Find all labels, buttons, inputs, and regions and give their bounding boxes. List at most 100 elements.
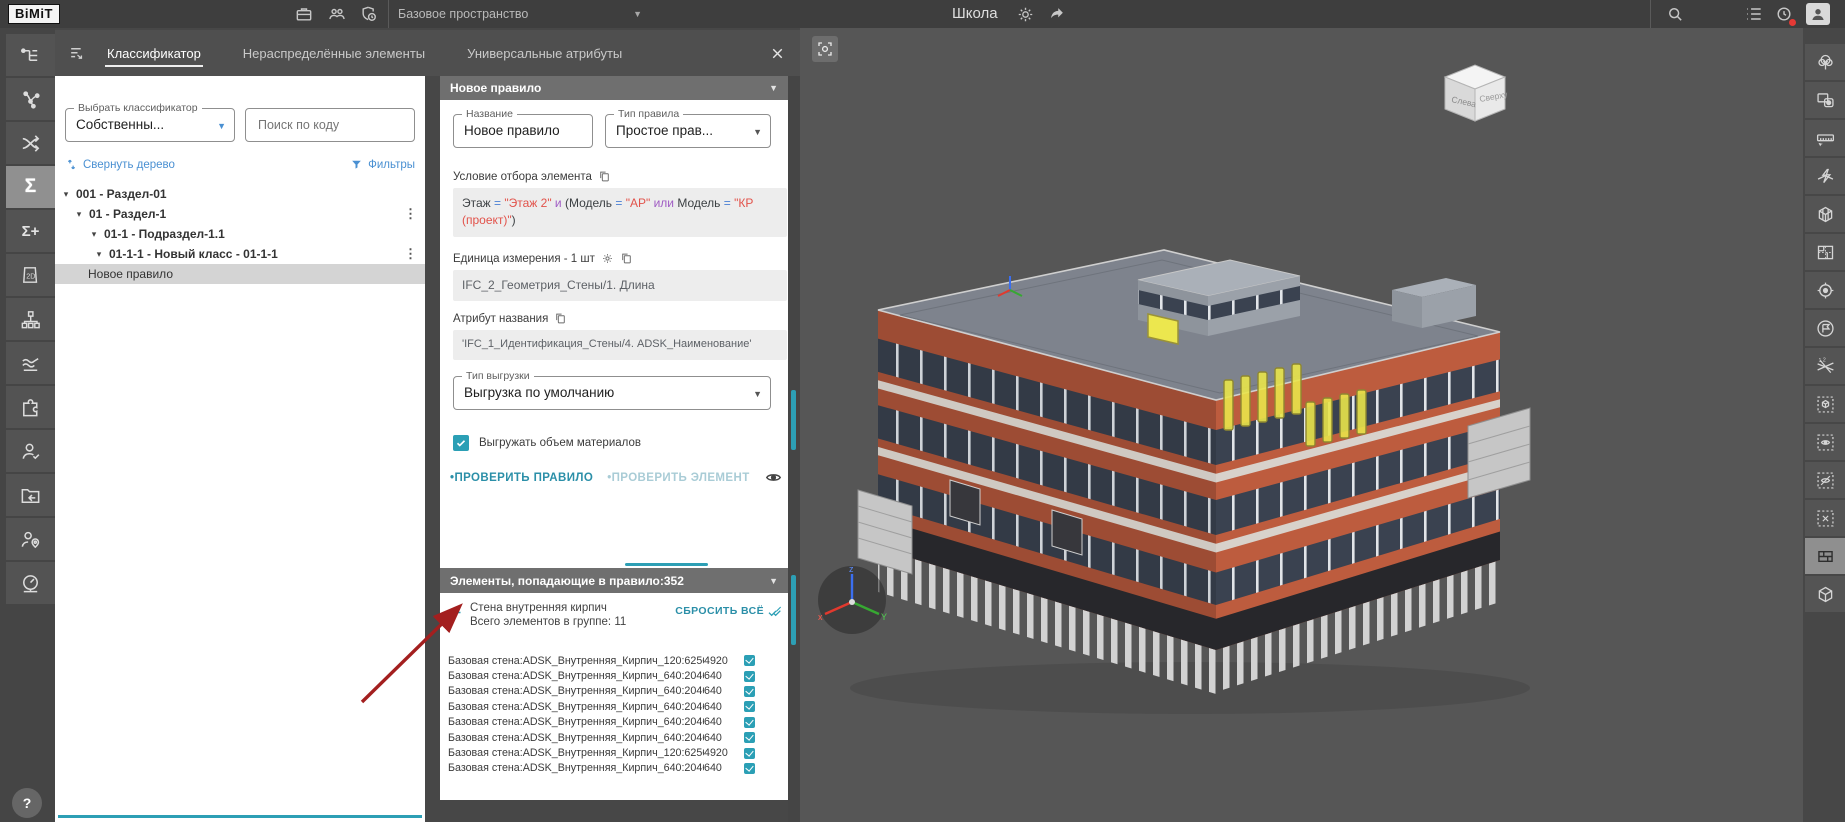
copy-icon[interactable] — [598, 170, 611, 183]
tree-caret-icon[interactable]: ▾ — [60, 189, 72, 200]
uncheck-all-icon[interactable] — [767, 604, 783, 620]
trend-lines-icon[interactable] — [6, 342, 55, 384]
sigma-icon[interactable]: Σ — [6, 166, 55, 208]
rule-type-select[interactable]: Тип правила Простое прав... ▼ — [605, 114, 771, 148]
workspace-select[interactable]: Базовое пространство ▼ — [398, 0, 642, 28]
element-row[interactable]: Базовая стена:ADSK_Внутренняя_Кирпич_640… — [448, 730, 784, 745]
sigma-plus-icon[interactable]: Σ+ — [6, 210, 55, 252]
wall-icon[interactable] — [1805, 538, 1845, 574]
doc-2d-icon[interactable]: 2D — [6, 254, 55, 296]
element-row[interactable]: Базовая стена:ADSK_Внутренняя_Кирпич_120… — [448, 653, 784, 668]
copy-icon[interactable] — [620, 252, 633, 265]
tree-item-menu-icon[interactable]: ⋮ — [404, 206, 417, 222]
hierarchy-tree-icon[interactable] — [6, 34, 55, 76]
tab-classifier[interactable]: Классификатор — [105, 32, 203, 75]
element-row[interactable]: Базовая стена:ADSK_Внутренняя_Кирпич_640… — [448, 761, 784, 776]
tree-caret-icon[interactable]: ▾ — [93, 249, 105, 260]
code-search-input[interactable] — [256, 117, 411, 133]
check-element-button[interactable]: •ПРОВЕРИТЬ ЭЛЕМЕНТ — [607, 472, 749, 484]
rule-name-field[interactable]: Название Новое правило — [453, 114, 593, 148]
tree-item[interactable]: ▾001 - Раздел-01 — [55, 184, 425, 204]
element-checkbox[interactable] — [744, 655, 755, 666]
gauge-icon[interactable] — [6, 562, 55, 604]
search-icon[interactable] — [1664, 3, 1686, 25]
element-row[interactable]: Базовая стена:ADSK_Внутренняя_Кирпич_640… — [448, 684, 784, 699]
attribute-value[interactable]: 'IFC_1_Идентификация_Стены/4. ADSK_Наиме… — [453, 330, 787, 360]
flag-icon[interactable] — [1805, 310, 1845, 346]
elements-vertical-scrollbar[interactable] — [791, 575, 796, 645]
element-checkbox[interactable] — [744, 717, 755, 728]
select-copy-icon[interactable] — [1805, 82, 1845, 118]
rule-section-header[interactable]: Новое правило ▼ — [440, 76, 788, 100]
shield-clock-icon[interactable] — [358, 3, 380, 25]
tree-caret-icon[interactable]: ▾ — [88, 229, 100, 240]
elements-section-header[interactable]: Элементы, попадающие в правило:352 ▼ — [440, 568, 788, 593]
team-icon[interactable] — [326, 3, 348, 25]
floorplan-icon[interactable] — [1805, 234, 1845, 270]
briefcase-icon[interactable] — [293, 3, 315, 25]
hide-box-icon[interactable] — [1805, 462, 1845, 498]
menu-list-icon[interactable] — [1743, 3, 1765, 25]
shuffle-icon[interactable] — [6, 122, 55, 164]
focus-selection-icon[interactable] — [812, 36, 838, 62]
element-row[interactable]: Базовая стена:ADSK_Внутренняя_Кирпич_640… — [448, 668, 784, 683]
close-icon[interactable] — [769, 45, 786, 62]
gear-icon[interactable] — [601, 252, 614, 265]
element-row[interactable]: Базовая стена:ADSK_Внутренняя_Кирпич_120… — [448, 745, 784, 760]
element-checkbox[interactable] — [744, 686, 755, 697]
tree-caret-icon[interactable]: ▾ — [73, 209, 85, 220]
tree-item[interactable]: Новое правило — [55, 264, 425, 284]
tree-item-menu-icon[interactable]: ⋮ — [404, 246, 417, 262]
delete-box-icon[interactable] — [1805, 500, 1845, 536]
reset-all-link[interactable]: СБРОСИТЬ ВСЁ — [675, 605, 764, 617]
share-icon[interactable] — [1046, 3, 1068, 25]
connections-icon[interactable] — [6, 78, 55, 120]
tree-icon[interactable] — [1805, 44, 1845, 80]
element-checkbox[interactable] — [744, 701, 755, 712]
element-checkbox[interactable] — [744, 763, 755, 774]
notifications-icon[interactable] — [1773, 3, 1795, 25]
section-cube-icon[interactable] — [1805, 196, 1845, 232]
panel-menu-icon[interactable] — [68, 44, 87, 63]
tree-item[interactable]: ▾01-1-1 - Новый класс - 01-1-1⋮ — [55, 244, 425, 264]
isolate-box-icon[interactable] — [1805, 386, 1845, 422]
help-button[interactable]: ? — [12, 788, 42, 818]
element-checkbox[interactable] — [744, 748, 755, 759]
section-flash-icon[interactable] — [1805, 158, 1845, 194]
element-checkbox[interactable] — [744, 732, 755, 743]
collapse-tree-link[interactable]: Свернуть дерево — [65, 158, 175, 171]
folder-shared-icon[interactable] — [6, 474, 55, 516]
view-cube[interactable]: Слева Сверху — [1438, 60, 1512, 126]
grids-icon[interactable]: 12 — [1805, 348, 1845, 384]
unit-value[interactable]: IFC_2_Геометрия_Стены/1. Длина — [453, 270, 787, 301]
user-check-icon[interactable] — [6, 430, 55, 472]
export-type-select[interactable]: Тип выгрузки Выгрузка по умолчанию ▼ — [453, 376, 771, 410]
rule-horizontal-scrollbar[interactable] — [625, 563, 708, 566]
check-rule-button[interactable]: •ПРОВЕРИТЬ ПРАВИЛО — [450, 472, 593, 484]
filters-link[interactable]: Фильтры — [350, 158, 415, 171]
element-row[interactable]: Базовая стена:ADSK_Внутренняя_Кирпич_640… — [448, 699, 784, 714]
tree-horizontal-scrollbar[interactable] — [58, 815, 422, 818]
element-checkbox[interactable] — [744, 671, 755, 682]
tree-item[interactable]: ▾01 - Раздел-1⋮ — [55, 204, 425, 224]
condition-expression[interactable]: Этаж = "Этаж 2" и (Модель = "АР" или Мод… — [453, 188, 787, 237]
target-icon[interactable] — [1805, 272, 1845, 308]
tab-unallocated-elements[interactable]: Нераспределённые элементы — [241, 32, 427, 75]
back-arrow-icon[interactable] — [448, 605, 463, 620]
axis-gizmo[interactable]: z x Y — [815, 562, 889, 636]
show-box-icon[interactable] — [1805, 424, 1845, 460]
tree-item[interactable]: ▾01-1 - Подраздел-1.1 — [55, 224, 425, 244]
rule-vertical-scrollbar[interactable] — [791, 390, 796, 450]
settings-gear-icon[interactable] — [1014, 3, 1036, 25]
org-chart-icon[interactable] — [6, 298, 55, 340]
user-location-icon[interactable] — [6, 518, 55, 560]
ruler-icon[interactable] — [1805, 120, 1845, 156]
puzzle-icon[interactable] — [6, 386, 55, 428]
user-avatar-icon[interactable] — [1806, 3, 1830, 25]
cube-icon[interactable] — [1805, 576, 1845, 612]
copy-icon[interactable] — [554, 312, 567, 325]
eye-icon[interactable] — [764, 468, 783, 487]
tab-universal-attributes[interactable]: Универсальные атрибуты — [465, 32, 624, 75]
materials-checkbox[interactable] — [453, 435, 469, 451]
viewport-3d[interactable]: Слева Сверху z x Y — [800, 28, 1803, 822]
